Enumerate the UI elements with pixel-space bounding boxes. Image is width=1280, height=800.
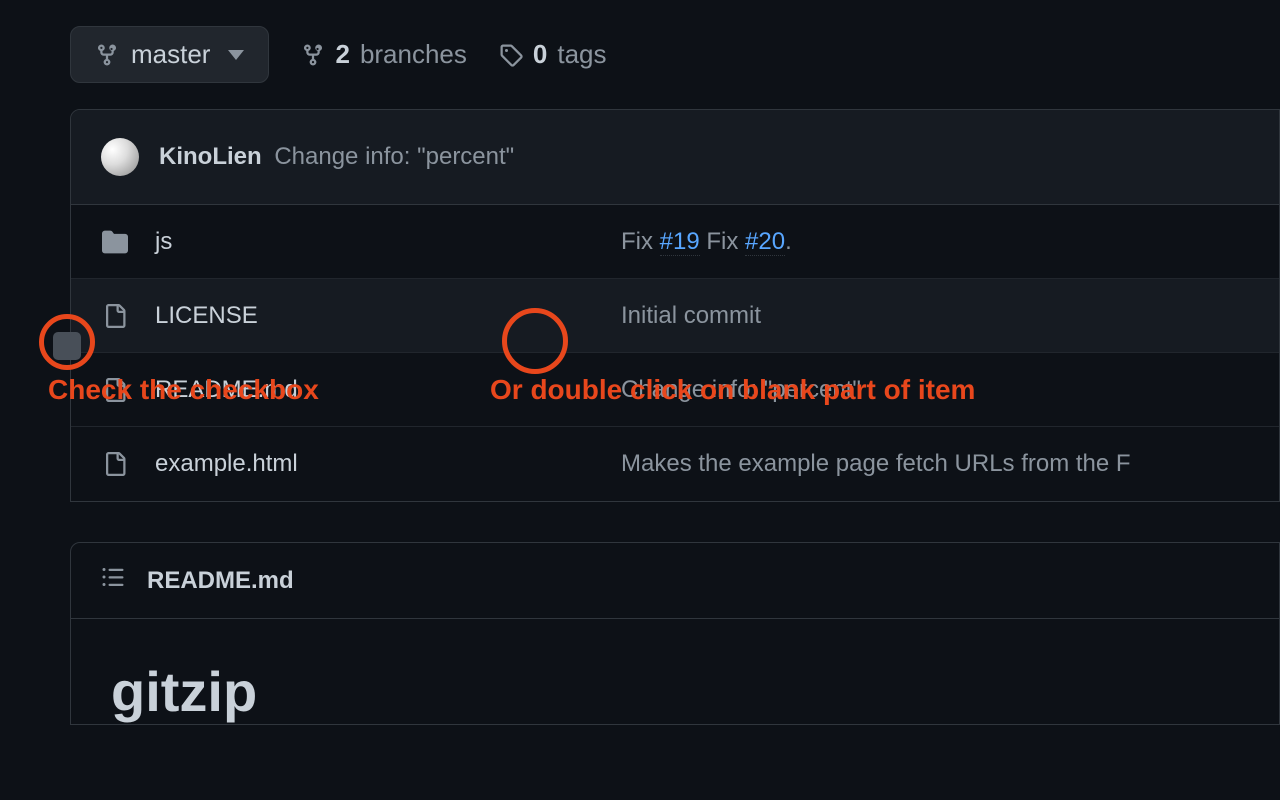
file-icon (101, 378, 129, 402)
readme-filename[interactable]: README.md (147, 567, 294, 595)
folder-icon (101, 229, 129, 255)
repo-toolbar: master 2 branches 0 tags (0, 0, 1280, 109)
latest-commit-header[interactable]: KinoLien Change info: "percent" (71, 110, 1279, 205)
tag-icon (499, 43, 523, 67)
tags-word: tags (557, 39, 606, 70)
file-icon (101, 452, 129, 476)
tags-count: 0 (533, 39, 547, 70)
file-name[interactable]: example.html (155, 450, 595, 478)
commit-line: KinoLien Change info: "percent" (159, 143, 514, 171)
file-row-license[interactable]: LICENSE Initial commit (71, 279, 1279, 353)
avatar[interactable] (101, 138, 139, 176)
branches-link[interactable]: 2 branches (301, 39, 466, 70)
file-row-js[interactable]: js Fix #19 Fix #20. (71, 205, 1279, 279)
commit-author[interactable]: KinoLien (159, 143, 262, 170)
issue-link[interactable]: #19 (660, 228, 700, 256)
file-list-panel: KinoLien Change info: "percent" js Fix #… (70, 109, 1280, 502)
extension-checkbox[interactable] (53, 332, 81, 360)
file-commit[interactable]: Initial commit (621, 302, 1249, 330)
file-name[interactable]: README.md (155, 376, 595, 404)
chevron-down-icon (228, 50, 244, 60)
commit-message: Change info: "percent" (274, 143, 514, 170)
file-row-example[interactable]: example.html Makes the example page fetc… (71, 427, 1279, 501)
list-icon[interactable] (101, 565, 125, 596)
readme-body: gitzip (71, 619, 1279, 724)
file-name[interactable]: LICENSE (155, 302, 595, 330)
branches-count: 2 (335, 39, 349, 70)
file-icon (101, 304, 129, 328)
file-commit[interactable]: Fix #19 Fix #20. (621, 228, 1249, 256)
file-name[interactable]: js (155, 228, 595, 256)
readme-header: README.md (71, 543, 1279, 619)
file-commit[interactable]: Change info: "percent" (621, 376, 1249, 404)
branches-word: branches (360, 39, 467, 70)
readme-panel: README.md gitzip (70, 542, 1280, 725)
branch-icon (301, 43, 325, 67)
file-row-readme[interactable]: README.md Change info: "percent" (71, 353, 1279, 427)
tags-link[interactable]: 0 tags (499, 39, 607, 70)
branch-selector-button[interactable]: master (70, 26, 269, 83)
readme-heading: gitzip (111, 659, 1239, 724)
branch-name: master (131, 39, 210, 70)
issue-link[interactable]: #20 (745, 228, 785, 256)
branch-icon (95, 43, 119, 67)
file-commit[interactable]: Makes the example page fetch URLs from t… (621, 450, 1249, 478)
